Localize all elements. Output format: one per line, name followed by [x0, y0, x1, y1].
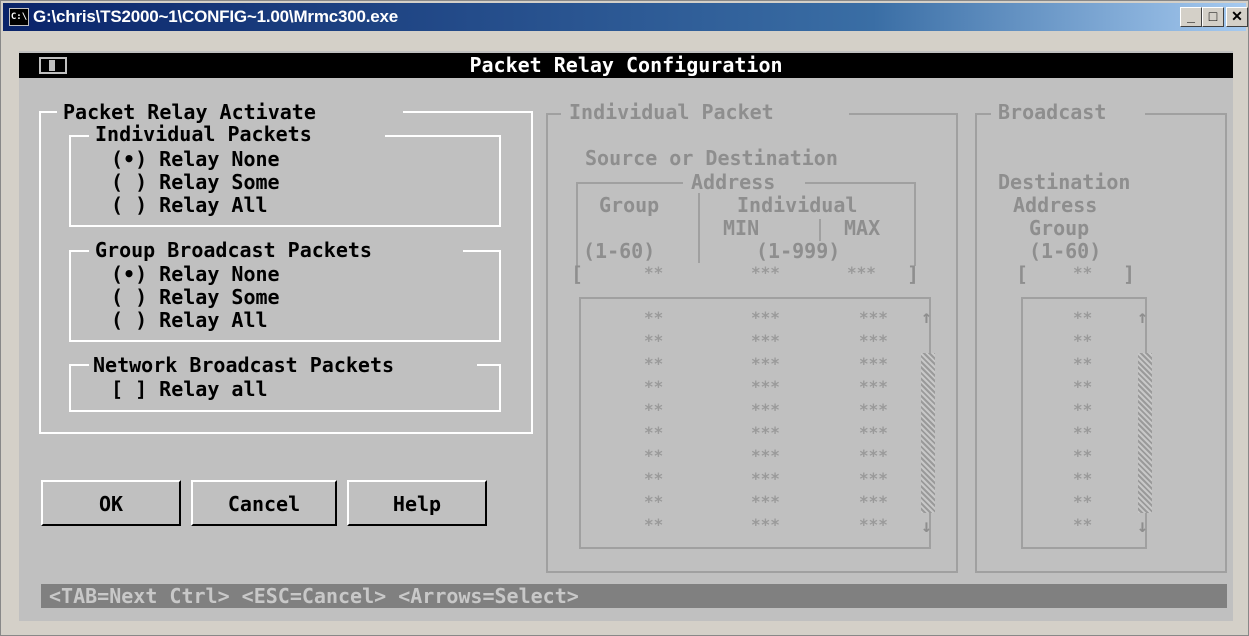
broadcast-list-cell[interactable]: **: [1073, 515, 1092, 534]
broadcast-list-cell[interactable]: **: [1073, 308, 1092, 327]
broadcast-range-label: (1-60): [1029, 239, 1102, 263]
individual-list-cell[interactable]: ***: [751, 446, 780, 465]
address-label: Address: [1013, 193, 1098, 217]
individual-list-cell[interactable]: **: [644, 492, 663, 511]
broadcast-list-cell[interactable]: **: [1073, 377, 1092, 396]
group-relay-all-radio[interactable]: ( ) Relay All: [111, 309, 268, 332]
ok-button[interactable]: OK: [41, 480, 181, 526]
status-bar: <TAB=Next Ctrl> <ESC=Cancel> <Arrows=Sel…: [41, 584, 1227, 608]
dialog-title: Packet Relay Configuration: [469, 53, 783, 77]
console-app-icon[interactable]: C:\: [9, 8, 29, 26]
broadcast-bracket-left: [: [1016, 262, 1029, 286]
broadcast-list-cell[interactable]: **: [1073, 354, 1092, 373]
individual-packets-title: Individual Packets: [95, 122, 312, 146]
close-button[interactable]: ✕: [1226, 7, 1248, 27]
individual-list-cell[interactable]: ***: [859, 446, 888, 465]
entry-bracket-left: [: [571, 262, 584, 286]
network-relay-all-checkbox[interactable]: [ ] Relay all: [111, 378, 268, 401]
individual-list-cell[interactable]: **: [644, 423, 663, 442]
individual-list-cell[interactable]: ***: [751, 400, 780, 419]
broadcast-list-cell[interactable]: **: [1073, 446, 1092, 465]
individual-list-cell[interactable]: ***: [859, 354, 888, 373]
group-label: Group: [1029, 216, 1090, 240]
individual-list-cell[interactable]: ***: [859, 308, 888, 327]
min-column-header: MIN: [723, 216, 760, 240]
broadcast-list-cell[interactable]: **: [1073, 400, 1092, 419]
individual-list-cell[interactable]: ***: [751, 308, 780, 327]
broadcast-scroll-down-arrow-icon[interactable]: ↓: [1137, 515, 1148, 538]
individual-list-cell[interactable]: ***: [751, 354, 780, 373]
status-hints: <TAB=Next Ctrl> <ESC=Cancel> <Arrows=Sel…: [49, 584, 579, 608]
title-bar[interactable]: C:\ G:\chris\TS2000~1\CONFIG~1.00\Mrmc30…: [3, 3, 1248, 31]
individual-list-cell[interactable]: ***: [859, 331, 888, 350]
app-window: C:\ G:\chris\TS2000~1\CONFIG~1.00\Mrmc30…: [0, 0, 1249, 636]
source-destination-heading: Source or Destination: [585, 146, 838, 170]
destination-label: Destination: [998, 170, 1131, 194]
broadcast-list-cell[interactable]: **: [1073, 492, 1092, 511]
broadcast-list-cell[interactable]: **: [1073, 423, 1092, 442]
individual-list-cell[interactable]: **: [644, 469, 663, 488]
entry-bracket-right: ]: [907, 262, 920, 286]
broadcast-title: Broadcast: [998, 100, 1107, 124]
individual-list-cell[interactable]: ***: [751, 423, 780, 442]
scroll-up-arrow-icon[interactable]: ↑: [921, 306, 932, 329]
max-entry-field[interactable]: ***: [847, 263, 876, 282]
max-column-header: MAX: [844, 216, 881, 240]
min-entry-field[interactable]: ***: [751, 263, 780, 282]
cancel-button[interactable]: Cancel: [191, 480, 337, 526]
individual-list-cell[interactable]: ***: [859, 469, 888, 488]
maximize-button[interactable]: □: [1202, 7, 1224, 27]
individual-relay-none-radio[interactable]: (•) Relay None: [111, 148, 280, 171]
broadcast-list-scrollbar[interactable]: [1138, 353, 1152, 513]
individual-list-cell[interactable]: ***: [859, 492, 888, 511]
network-broadcast-title: Network Broadcast Packets: [93, 353, 395, 377]
group-range-label: (1-60): [583, 239, 656, 263]
scroll-down-arrow-icon[interactable]: ↓: [921, 515, 932, 538]
relay-activate-title: Packet Relay Activate: [63, 100, 316, 124]
individual-list-cell[interactable]: ***: [859, 400, 888, 419]
individual-column-header: Individual: [737, 193, 858, 217]
individual-range-label: (1-999): [756, 239, 841, 263]
individual-relay-all-radio[interactable]: ( ) Relay All: [111, 194, 268, 217]
broadcast-scroll-up-arrow-icon[interactable]: ↑: [1137, 306, 1148, 329]
individual-list-cell[interactable]: **: [644, 354, 663, 373]
window-title: G:\chris\TS2000~1\CONFIG~1.00\Mrmc300.ex…: [33, 7, 399, 26]
individual-list-cell[interactable]: **: [644, 515, 663, 534]
individual-list-cell[interactable]: ***: [859, 423, 888, 442]
individual-list-cell[interactable]: **: [644, 331, 663, 350]
minimize-button[interactable]: _: [1180, 7, 1202, 27]
individual-relay-some-radio[interactable]: ( ) Relay Some: [111, 171, 280, 194]
address-heading: Address: [691, 170, 776, 194]
individual-list-cell[interactable]: **: [644, 308, 663, 327]
individual-list-cell[interactable]: ***: [751, 331, 780, 350]
broadcast-list-cell[interactable]: **: [1073, 469, 1092, 488]
group-entry-field[interactable]: **: [644, 263, 663, 282]
broadcast-bracket-right: ]: [1123, 262, 1136, 286]
individual-list-cell[interactable]: **: [644, 446, 663, 465]
group-relay-none-radio[interactable]: (•) Relay None: [111, 263, 280, 286]
individual-list-cell[interactable]: **: [644, 400, 663, 419]
help-button[interactable]: Help: [347, 480, 487, 526]
individual-list-cell[interactable]: **: [644, 377, 663, 396]
dialog-title-bar: Packet Relay Configuration: [19, 53, 1233, 78]
individual-list-cell[interactable]: ***: [751, 377, 780, 396]
group-broadcast-title: Group Broadcast Packets: [95, 238, 372, 262]
individual-list-cell[interactable]: ***: [859, 515, 888, 534]
individual-list-cell[interactable]: ***: [751, 515, 780, 534]
broadcast-list-cell[interactable]: **: [1073, 331, 1092, 350]
individual-list-scrollbar[interactable]: [921, 353, 935, 513]
broadcast-group-entry-field[interactable]: **: [1073, 263, 1092, 282]
group-relay-some-radio[interactable]: ( ) Relay Some: [111, 286, 280, 309]
group-column-header: Group: [599, 193, 660, 217]
individual-list-cell[interactable]: ***: [859, 377, 888, 396]
individual-packet-title: Individual Packet: [569, 100, 774, 124]
individual-list-cell[interactable]: ***: [751, 492, 780, 511]
individual-list-cell[interactable]: ***: [751, 469, 780, 488]
